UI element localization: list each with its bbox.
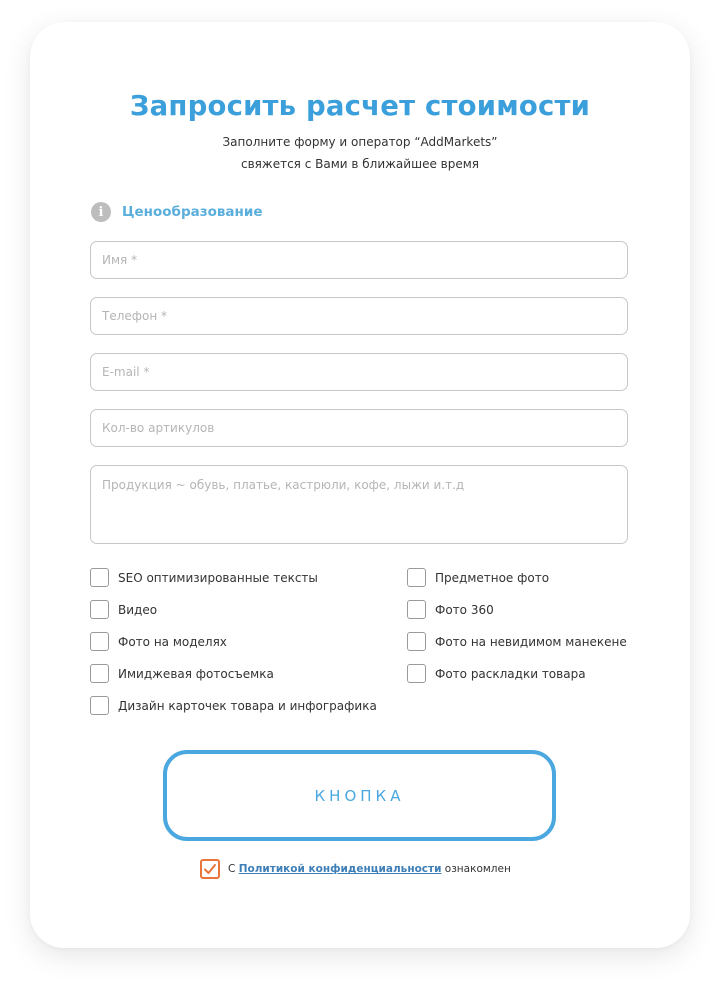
subtitle-line-2: свяжется с Вами в ближайшее время [241,157,479,171]
submit-button[interactable]: КНОПКА [163,750,556,841]
pricing-section-header: i Ценообразование [91,202,262,222]
service-option-design[interactable]: Дизайн карточек товара и инфографика [90,696,377,715]
service-option-seo[interactable]: SEO оптимизированные тексты [90,568,318,587]
service-label: Фото на невидимом манекене [435,634,627,649]
email-input[interactable] [90,353,628,391]
request-form-card: Запросить расчет стоимости Заполните фор… [30,22,690,948]
service-option-models[interactable]: Фото на моделях [90,632,227,651]
service-option-video[interactable]: Видео [90,600,157,619]
service-option-subject[interactable]: Предметное фото [407,568,549,587]
submit-button-label: КНОПКА [314,786,405,805]
section-label: Ценообразование [122,204,263,220]
checkbox[interactable] [407,600,426,619]
form-title: Запросить расчет стоимости [129,90,591,122]
checkbox[interactable] [90,632,109,651]
checkbox[interactable] [90,696,109,715]
service-label: Видео [118,602,158,617]
service-label: Дизайн карточек товара и инфографика [118,698,377,713]
articles-count-input[interactable] [90,409,628,447]
service-option-mannequin[interactable]: Фото на невидимом манекене [407,632,627,651]
service-option-image[interactable]: Имиджевая фотосъемка [90,664,274,683]
agreement-text: С Политикой конфиденциальности ознакомле… [228,863,511,875]
products-textarea[interactable] [90,465,628,544]
service-label: Фото на моделях [118,634,227,649]
privacy-policy-link[interactable]: Политикой конфиденциальности [239,863,442,875]
name-input[interactable] [90,241,628,279]
service-label: Имиджевая фотосъемка [118,666,274,681]
subtitle-line-1: Заполните форму и оператор “AddMarkets” [222,135,498,149]
phone-input[interactable] [90,297,628,335]
service-option-360[interactable]: Фото 360 [407,600,494,619]
form-subtitle: Заполните форму и оператор “AddMarkets” … [30,131,690,175]
checkmark-icon [204,864,216,874]
agreement-suffix: ознакомлен [444,863,511,875]
info-icon: i [91,202,111,222]
service-label: SEO оптимизированные тексты [118,570,318,585]
checkbox[interactable] [90,664,109,683]
checkbox[interactable] [407,664,426,683]
service-label: Фото раскладки товара [435,666,586,681]
service-label: Предметное фото [435,570,550,585]
checkbox[interactable] [90,600,109,619]
service-label: Фото 360 [435,602,494,617]
service-option-layout[interactable]: Фото раскладки товара [407,664,586,683]
checkbox[interactable] [90,568,109,587]
privacy-agreement: С Политикой конфиденциальности ознакомле… [200,859,511,879]
agreement-checkbox[interactable] [200,859,220,879]
agreement-prefix: С [228,863,236,875]
checkbox[interactable] [407,632,426,651]
checkbox[interactable] [407,568,426,587]
